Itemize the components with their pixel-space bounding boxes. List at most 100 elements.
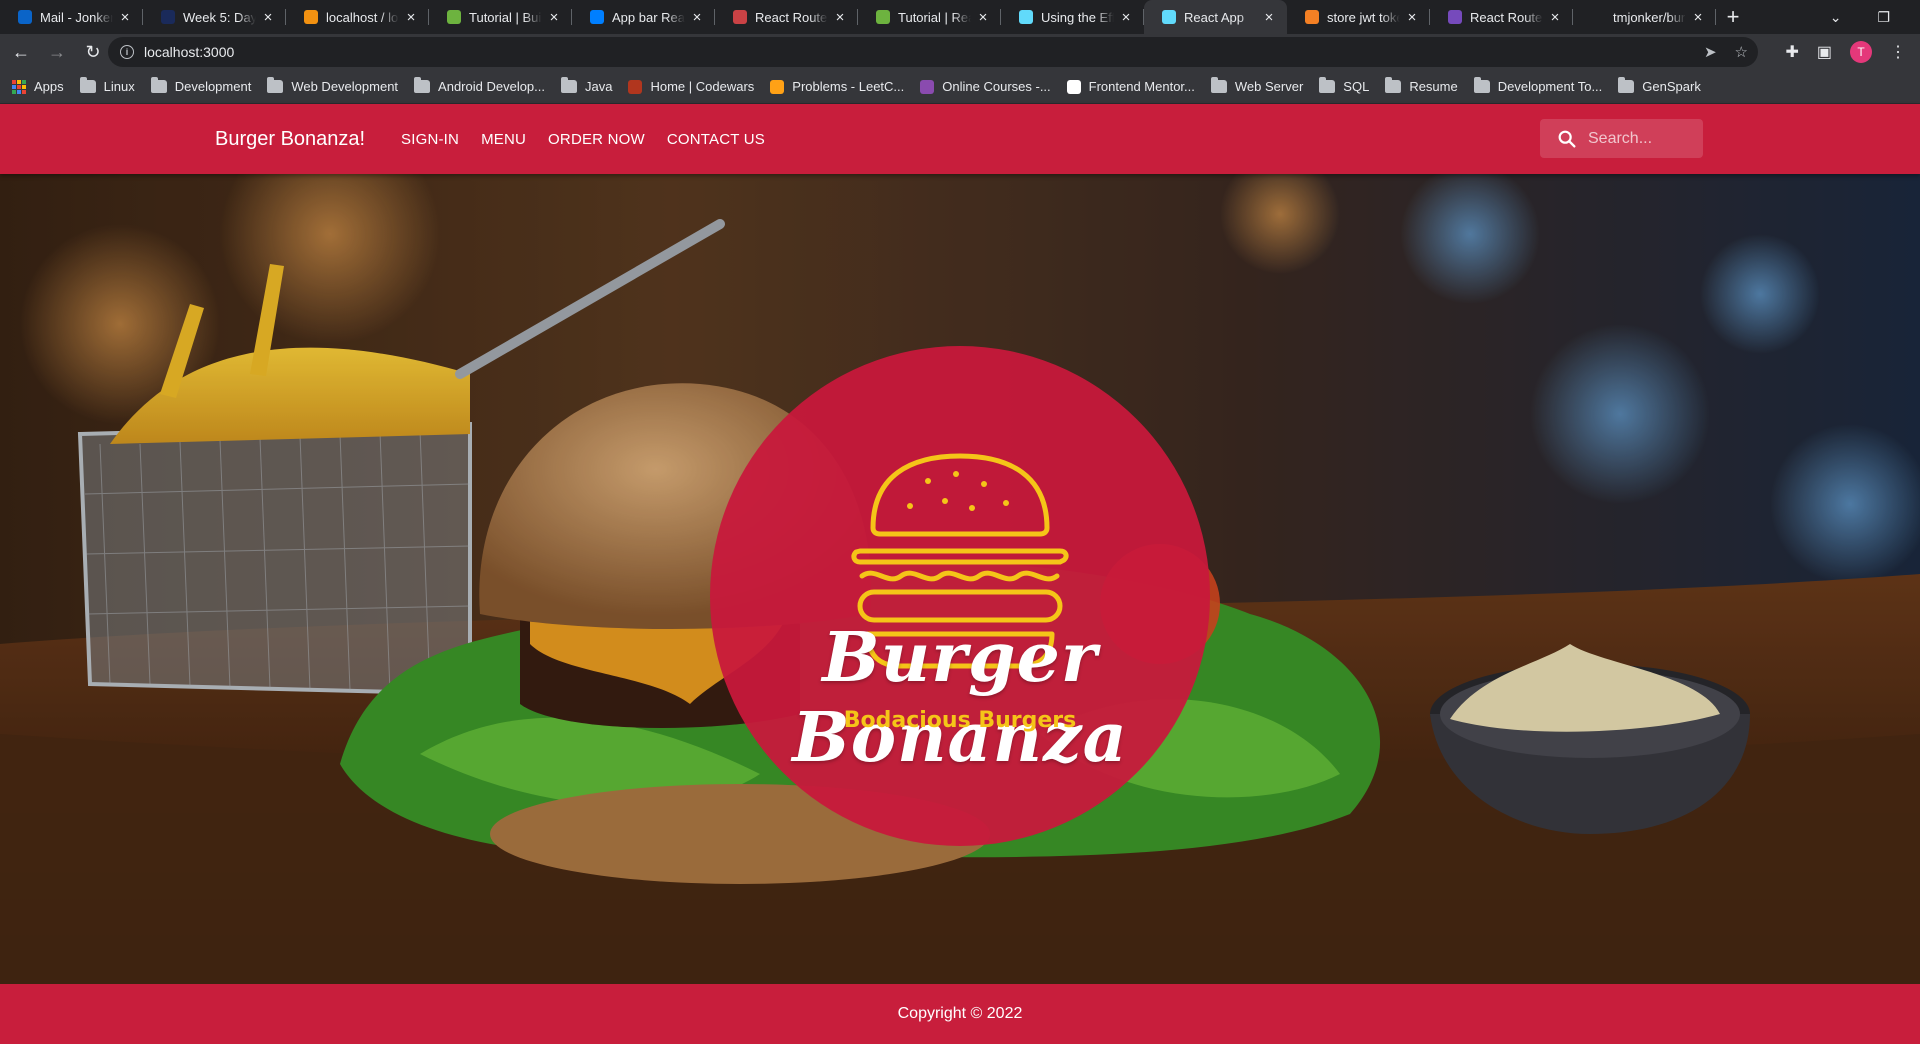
tab-favicon-icon bbox=[1591, 10, 1605, 24]
tab-list: Mail - Jonker, T×Week 5: Day 2×localhost… bbox=[0, 0, 1716, 34]
tab-title: App bar React bbox=[612, 9, 685, 25]
search-input[interactable] bbox=[1588, 129, 1698, 148]
back-button[interactable]: ← bbox=[6, 37, 36, 67]
bookmark-item[interactable]: Home | Codewars bbox=[628, 79, 754, 94]
nav-sign-in[interactable]: SIGN-IN bbox=[390, 123, 470, 156]
web-page: Burger Bonanza! SIGN-IN MENU ORDER NOW C… bbox=[0, 104, 1920, 1044]
tab-close-icon[interactable]: × bbox=[1261, 9, 1277, 26]
address-text[interactable]: localhost:3000 bbox=[144, 44, 234, 60]
folder-icon bbox=[1385, 77, 1402, 93]
tab-favicon-icon bbox=[18, 10, 32, 24]
side-panel-icon[interactable]: ▣ bbox=[1817, 42, 1832, 62]
browser-tab[interactable]: Week 5: Day 2× bbox=[143, 0, 286, 34]
tab-close-icon[interactable]: × bbox=[832, 9, 848, 26]
new-tab-button[interactable]: + bbox=[1716, 0, 1750, 34]
bookmark-label: Linux bbox=[103, 79, 135, 94]
browser-tab[interactable]: Mail - Jonker, T× bbox=[0, 0, 143, 34]
tab-favicon-icon bbox=[1019, 10, 1033, 24]
brand-title[interactable]: Burger Bonanza! bbox=[215, 128, 365, 151]
site-favicon-icon bbox=[628, 79, 643, 94]
bookmark-label: Android Develop... bbox=[438, 79, 545, 94]
bookmark-label: Apps bbox=[34, 79, 64, 94]
tab-title: Using the Effect bbox=[1041, 9, 1114, 25]
tab-title: Tutorial | React bbox=[898, 9, 971, 25]
tab-close-icon[interactable]: × bbox=[1118, 9, 1134, 26]
browser-tab[interactable]: React Router × bbox=[715, 0, 858, 34]
site-favicon-icon bbox=[920, 79, 935, 94]
bookmark-label: GenSpark bbox=[1642, 79, 1701, 94]
tab-favicon-icon bbox=[590, 10, 604, 24]
tab-title: store jwt token bbox=[1327, 9, 1400, 25]
bookmark-folder[interactable]: GenSpark bbox=[1618, 77, 1701, 94]
bookmark-label: Home | Codewars bbox=[650, 79, 755, 94]
tab-close-icon[interactable]: × bbox=[260, 9, 276, 26]
nav-menu[interactable]: MENU bbox=[470, 123, 537, 156]
tab-close-icon[interactable]: × bbox=[1690, 9, 1706, 26]
tab-favicon-icon bbox=[1162, 10, 1176, 24]
tab-favicon-icon bbox=[733, 10, 747, 24]
bookmark-folder[interactable]: SQL bbox=[1319, 77, 1370, 94]
tab-close-icon[interactable]: × bbox=[403, 9, 419, 26]
bookmark-folder[interactable]: Resume bbox=[1385, 77, 1458, 94]
browser-tab[interactable]: localhost / local× bbox=[286, 0, 429, 34]
search-box[interactable] bbox=[1540, 119, 1703, 158]
browser-tab[interactable]: Tutorial | React× bbox=[858, 0, 1001, 34]
tab-close-icon[interactable]: × bbox=[117, 9, 133, 26]
profile-avatar[interactable]: T bbox=[1850, 41, 1872, 63]
folder-icon bbox=[267, 77, 284, 93]
site-favicon-icon bbox=[770, 79, 785, 94]
bookmark-folder[interactable]: Web Server bbox=[1210, 77, 1303, 94]
browser-tab[interactable]: React Router × bbox=[1430, 0, 1573, 34]
browser-tab[interactable]: App bar React× bbox=[572, 0, 715, 34]
bookmark-folder[interactable]: Development bbox=[150, 77, 251, 94]
bookmark-folder[interactable]: Development To... bbox=[1473, 77, 1602, 94]
send-icon[interactable]: ➤ bbox=[1704, 43, 1717, 61]
folder-icon bbox=[1210, 77, 1227, 93]
search-icon bbox=[1558, 130, 1576, 148]
tab-close-icon[interactable]: × bbox=[1404, 9, 1420, 26]
extensions-icon[interactable]: ✚ bbox=[1785, 42, 1798, 62]
bookmark-label: Online Courses -... bbox=[942, 79, 1051, 94]
tab-title: tmjonker/burger bbox=[1613, 9, 1686, 25]
bookmark-item[interactable]: Problems - LeetC... bbox=[770, 79, 904, 94]
bookmarks-bar: Apps Linux Development Web Development Andro… bbox=[0, 70, 1920, 104]
bookmark-folder[interactable]: Web Development bbox=[267, 77, 399, 94]
hero-logo: Burger Bonanza Bodacious Burgers bbox=[710, 346, 1210, 846]
browser-toolbar: ← → ↻ i localhost:3000 ➤ ☆ ✚ ▣ T ⋮ bbox=[0, 34, 1920, 70]
browser-tab[interactable]: store jwt token× bbox=[1287, 0, 1430, 34]
forward-button[interactable]: → bbox=[42, 37, 72, 67]
tab-title: localhost / local bbox=[326, 9, 399, 25]
bookmark-label: SQL bbox=[1343, 79, 1370, 94]
tab-close-icon[interactable]: × bbox=[975, 9, 991, 26]
browser-tab[interactable]: Using the Effect× bbox=[1001, 0, 1144, 34]
bookmark-folder[interactable]: Android Develop... bbox=[414, 77, 545, 94]
bookmark-folder[interactable]: Linux bbox=[79, 77, 135, 94]
bookmark-label: Web Development bbox=[291, 79, 399, 94]
address-bar[interactable]: i localhost:3000 ➤ ☆ bbox=[108, 37, 1758, 67]
bookmark-item[interactable]: Frontend Mentor... bbox=[1066, 79, 1195, 94]
nav-order-now[interactable]: ORDER NOW bbox=[537, 123, 656, 156]
tab-close-icon[interactable]: × bbox=[1547, 9, 1563, 26]
tab-title: React Router bbox=[755, 9, 828, 25]
bookmark-item[interactable]: Online Courses -... bbox=[920, 79, 1051, 94]
bookmark-star-icon[interactable]: ☆ bbox=[1735, 43, 1748, 61]
browser-tab[interactable]: React App × bbox=[1144, 0, 1287, 34]
site-info-icon[interactable]: i bbox=[120, 45, 134, 59]
restore-window-icon[interactable]: ❐ bbox=[1877, 9, 1890, 26]
bookmark-folder[interactable]: Java bbox=[561, 77, 612, 94]
reload-button[interactable]: ↻ bbox=[78, 37, 108, 67]
tab-close-icon[interactable]: × bbox=[546, 9, 562, 26]
tab-title: React Router bbox=[1470, 9, 1543, 25]
tab-title: Mail - Jonker, T bbox=[40, 9, 113, 25]
tab-search-icon[interactable]: ⌄ bbox=[1830, 9, 1842, 26]
tab-favicon-icon bbox=[304, 10, 318, 24]
browser-tab[interactable]: tmjonker/burger× bbox=[1573, 0, 1716, 34]
bookmark-apps[interactable]: Apps bbox=[12, 79, 64, 94]
site-favicon-icon bbox=[1066, 79, 1081, 94]
menu-kebab-icon[interactable]: ⋮ bbox=[1890, 42, 1906, 62]
tab-favicon-icon bbox=[1305, 10, 1319, 24]
browser-tab[interactable]: Tutorial | Build× bbox=[429, 0, 572, 34]
logo-tagline: Bodacious Burgers bbox=[843, 708, 1077, 733]
nav-contact-us[interactable]: CONTACT US bbox=[656, 123, 776, 156]
tab-close-icon[interactable]: × bbox=[689, 9, 705, 26]
